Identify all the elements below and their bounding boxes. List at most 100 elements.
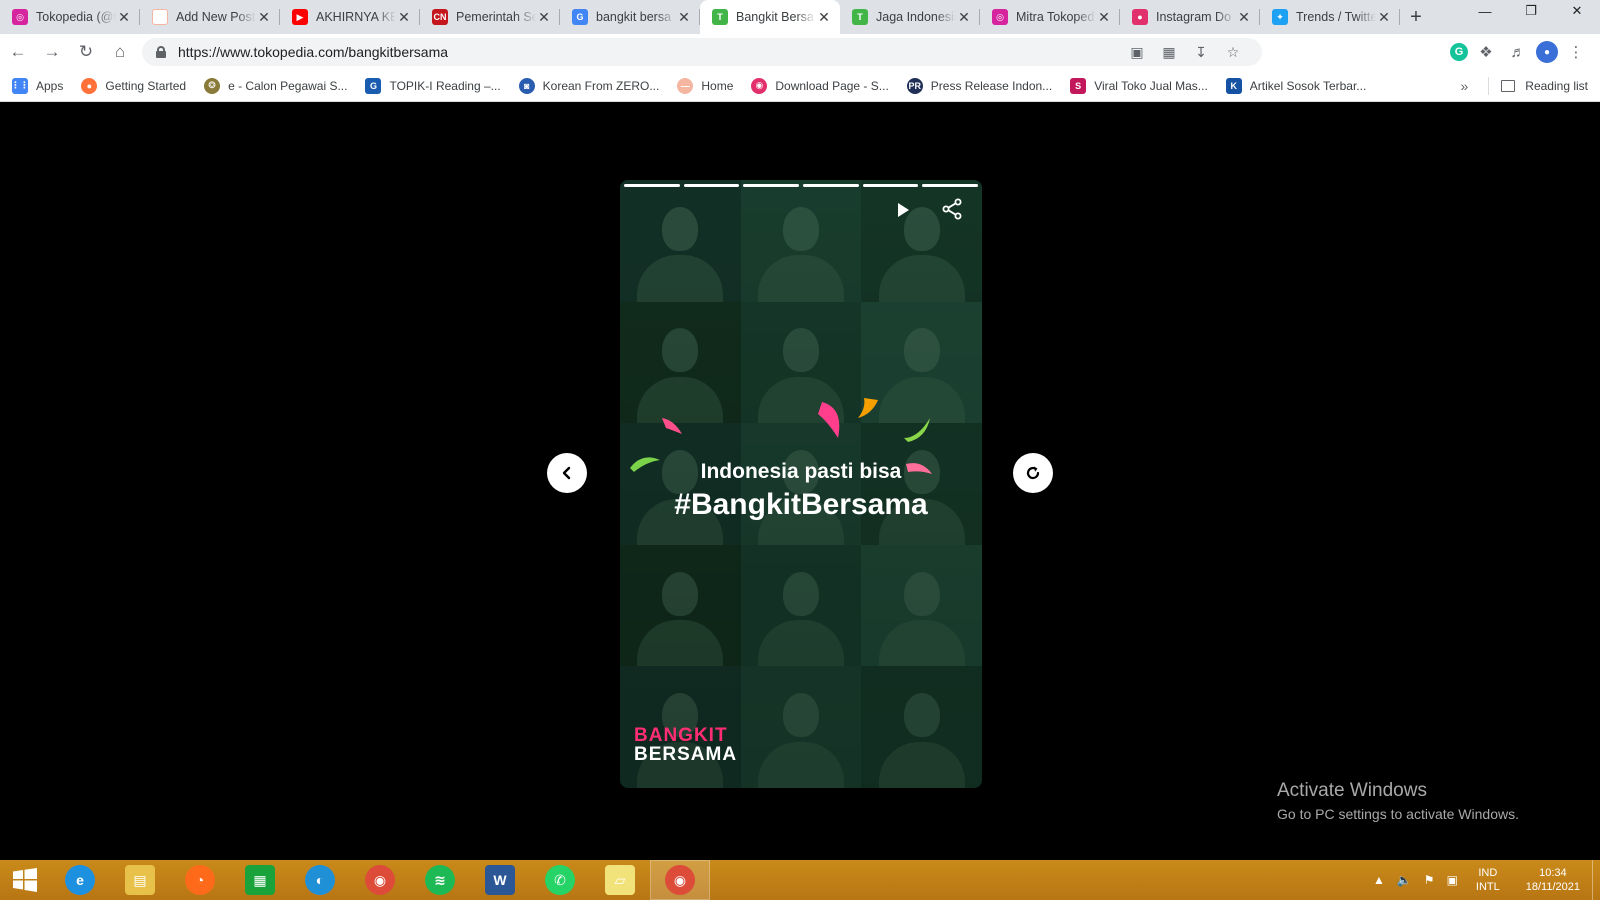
bookmark-item[interactable]: — Home [677,77,734,94]
tab-close-icon[interactable]: ✕ [116,9,132,25]
windows-taskbar: e ▤ ◔ ▦ ◐ ◉ ≋ W ✆ ▱ ◉ ▲ 🔈 ⚑ ▣ IND INTL 10:34 18/11… [0,860,1600,900]
action-center-flag-icon[interactable]: ⚑ [1424,873,1435,887]
close-window-button[interactable]: ✕ [1554,0,1600,22]
bookmark-label: Korean From ZERO... [542,78,660,93]
tab-title: bangkit bersa [596,10,672,24]
browser-tab[interactable]: T Bangkit Bersa ✕ [700,0,840,34]
taskbar-firefox-button[interactable]: ◔ [170,860,230,900]
start-button[interactable] [0,860,50,900]
address-url[interactable]: https://www.tokopedia.com/bangkitbersama [178,44,448,60]
story-tagline: Indonesia pasti bisa [700,460,902,483]
taskbar-file-explorer-button[interactable]: ▤ [110,860,170,900]
minimize-button[interactable]: — [1462,0,1508,22]
previous-story-button[interactable] [547,453,587,493]
bookmark-favicon-icon: G [365,77,382,94]
extensions-puzzle-icon[interactable]: ❖ [1472,38,1500,66]
tab-title: AKHIRNYA KE [316,10,396,24]
tab-close-icon[interactable]: ✕ [1236,9,1252,25]
profile-avatar[interactable]: ● [1536,41,1558,63]
bookmark-item[interactable]: G TOPIK-I Reading –... [365,77,501,94]
tab-close-icon[interactable]: ✕ [1096,9,1112,25]
input-language[interactable]: IND INTL [1476,866,1500,894]
tab-close-icon[interactable]: ✕ [256,9,272,25]
browser-tab[interactable]: CN Pemerintah Se ✕ [420,0,560,34]
taskbar-edge-button[interactable]: ◐ [290,860,350,900]
network-icon[interactable]: ▣ [1447,873,1458,887]
menu-kebab-icon[interactable]: ⋮ [1562,38,1590,66]
forward-button[interactable]: → [36,38,68,66]
tab-close-icon[interactable]: ✕ [816,9,832,25]
progress-fill [803,184,859,187]
cast-icon[interactable]: ▣ [1126,41,1148,63]
taskbar-sticky-notes-button[interactable]: ▱ [590,860,650,900]
tab-close-icon[interactable]: ✕ [1376,9,1392,25]
browser-tab[interactable]: ● Instagram Do ✕ [1120,0,1260,34]
taskbar-whatsapp-button[interactable]: ✆ [530,860,590,900]
reload-button[interactable]: ↻ [70,38,102,66]
browser-tab[interactable]: ◎ Mitra Tokoped ✕ [980,0,1120,34]
new-tab-button[interactable]: + [1400,0,1432,34]
lock-icon[interactable] [156,46,166,58]
bookmark-item[interactable]: ❂ e - Calon Pegawai S... [204,77,347,94]
bookmark-favicon-icon: ⋮⋮ [11,77,29,94]
share-icon[interactable] [940,197,964,221]
tab-close-icon[interactable]: ✕ [396,9,412,25]
restore-button[interactable]: ❐ [1508,0,1554,22]
tab-close-icon[interactable]: ✕ [956,9,972,25]
back-button[interactable]: ← [2,38,34,66]
bookmark-item[interactable]: K Artikel Sosok Terbar... [1225,77,1366,94]
address-bar[interactable]: https://www.tokopedia.com/bangkitbersama… [142,38,1262,66]
bookmark-star-icon[interactable]: ☆ [1222,41,1244,63]
qr-code-icon[interactable]: ▦ [1158,41,1180,63]
progress-fill [624,184,680,187]
bookmark-item[interactable]: PR Press Release Indon... [906,77,1052,94]
browser-tab[interactable]: T Jaga Indonesia ✕ [840,0,980,34]
taskbar-chrome-active-button[interactable]: ◉ [650,860,710,900]
firefox-icon: ◔ [185,865,215,895]
tab-close-icon[interactable]: ✕ [676,9,692,25]
bookmark-item[interactable]: S Viral Toko Jual Mas... [1070,77,1208,94]
taskbar-internet-explorer-button[interactable]: e [50,860,110,900]
browser-tab[interactable]: ✦ Trends / Twitte ✕ [1260,0,1400,34]
screen: ◎Tokopedia (@tokopedia)✕Add New Post✕▶AK… [0,0,1600,900]
browser-tab[interactable]: ◎ Tokopedia (@tokopedia)✕ [0,0,140,34]
bookmark-item[interactable]: ◉ Download Page - S... [751,77,889,94]
show-desktop-button[interactable] [1592,860,1600,900]
media-control-icon[interactable]: ♬ [1504,38,1532,66]
taskbar-word-button[interactable]: W [470,860,530,900]
confetti-green-right [904,418,930,442]
bookmark-item[interactable]: ◙ Korean From ZERO... [518,77,660,94]
taskbar-chrome-button[interactable]: ◉ [350,860,410,900]
story-viewer[interactable]: Indonesia pasti bisa #BangkitBersama BAN… [620,180,982,788]
bookmark-favicon-icon: — [677,77,694,94]
grammarly-icon[interactable]: G [1450,43,1468,61]
tab-favicon-icon: ✦ [1272,9,1288,25]
tab-favicon-icon: T [712,9,728,25]
browser-tab[interactable]: Gbangkit bersa ✕ [560,0,700,34]
progress-fill [862,184,919,187]
tab-favicon-icon: G [572,9,588,25]
bangkit-bersama-logo: BANGKIT BERSAMA [634,726,736,766]
play-icon[interactable] [890,198,914,222]
taskbar-store-button[interactable]: ▦ [230,860,290,900]
bookmark-item[interactable]: ● Getting Started [81,77,186,94]
replay-story-button[interactable] [1013,453,1053,493]
browser-tab[interactable]: ▶ AKHIRNYA KE ✕ [280,0,420,34]
taskbar-spotify-button[interactable]: ≋ [410,860,470,900]
reading-list-icon[interactable] [1501,80,1516,92]
bookmark-label: TOPIK-I Reading –... [389,78,501,93]
word-icon: W [485,865,515,895]
volume-icon[interactable]: 🔈 [1397,873,1412,887]
tray-overflow-icon[interactable]: ▲ [1373,873,1385,887]
bookmark-label: Home [701,78,734,93]
tab-close-icon[interactable]: ✕ [536,9,552,25]
clock-date: 18/11/2021 [1525,881,1580,893]
browser-tab[interactable]: Add New Post ✕ [140,0,280,34]
bookmark-item[interactable]: ⋮⋮ Apps [11,77,63,94]
story-progress-segment [743,184,800,187]
home-button[interactable]: ⌂ [104,38,136,66]
reading-list-label[interactable]: Reading list [1525,79,1588,93]
install-app-icon[interactable]: ↧ [1190,41,1212,63]
more-bookmarks-chevron-icon[interactable]: » [1461,78,1469,94]
taskbar-clock[interactable]: 10:34 18/11/2021 [1526,866,1580,894]
